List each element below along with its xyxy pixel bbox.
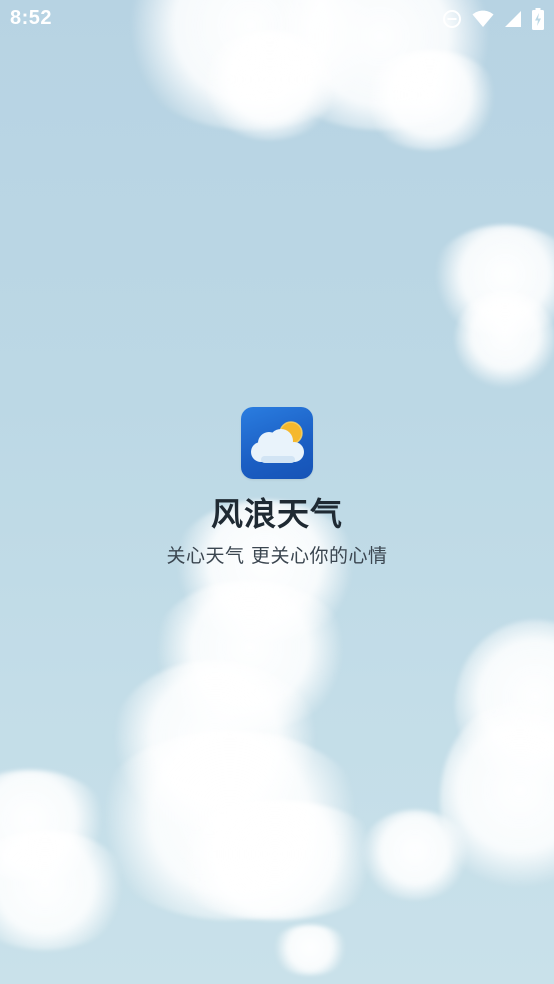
do-not-disturb-icon: [442, 9, 462, 29]
battery-charging-icon: [532, 8, 544, 30]
status-icons: [442, 8, 544, 30]
cellular-signal-icon: [504, 10, 522, 28]
status-bar: 8:52: [0, 0, 554, 38]
splash-brand: 风浪天气 关心天气 更关心你的心情: [0, 407, 554, 568]
app-slogan: 关心天气 更关心你的心情: [166, 545, 388, 567]
cloud-sun-icon: [241, 407, 313, 479]
status-time: 8:52: [10, 7, 53, 29]
app-title: 风浪天气: [210, 495, 343, 533]
wifi-icon: [472, 10, 494, 28]
